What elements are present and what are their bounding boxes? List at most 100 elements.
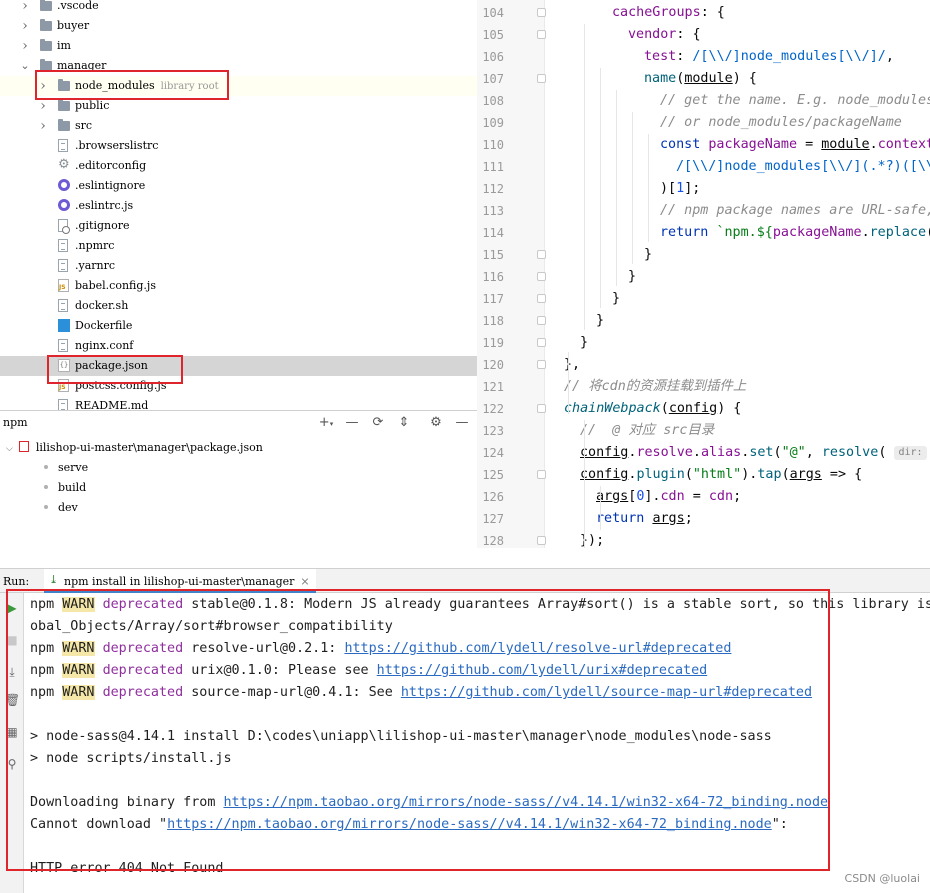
indent-guide (600, 68, 601, 308)
minimize-icon[interactable]: — (454, 415, 470, 431)
tree-item[interactable]: › im (0, 36, 477, 56)
fold-marker-icon[interactable] (537, 404, 546, 413)
bullet-icon (44, 485, 48, 489)
watermark: CSDN @luolai (844, 872, 920, 885)
remove-icon[interactable]: — (344, 415, 360, 431)
tree-item-label: .editorconfig (75, 159, 147, 172)
fold-marker-icon[interactable] (537, 360, 546, 369)
code-line-120: }, (564, 357, 581, 372)
add-icon[interactable]: +▾ (318, 415, 334, 431)
tree-item-label: nginx.conf (75, 339, 134, 352)
inlay-hint: dir: (894, 446, 927, 460)
line-number: 107 (482, 72, 504, 86)
line-number: 109 (482, 116, 504, 130)
code-editor[interactable]: 104 105 106 107 108 109 110 111 112 113 114 115 116 1… (477, 0, 930, 548)
indent-guide (616, 90, 617, 286)
code-line-115: } (644, 247, 653, 262)
npm-script-label: build (58, 481, 87, 494)
docker-icon (58, 319, 70, 332)
fold-marker-icon[interactable] (537, 316, 546, 325)
npm-script-serve[interactable]: serve (44, 458, 88, 478)
code-line-124: config.resolve.alias.set("@", resolve( d… (580, 442, 930, 464)
tree-item[interactable]: nginx.conf (0, 336, 477, 356)
tree-item[interactable]: .eslintrc.js (0, 196, 477, 216)
fold-marker-icon[interactable] (537, 30, 546, 39)
close-icon[interactable]: × (300, 575, 309, 588)
package-json-icon (19, 441, 30, 452)
chevron-right-icon[interactable]: › (20, 0, 30, 16)
fold-marker-icon[interactable] (537, 470, 546, 479)
tree-item[interactable]: Dockerfile (0, 316, 477, 336)
npm-panel-title: npm (3, 416, 28, 429)
tree-item-label: im (57, 39, 71, 52)
tree-item[interactable]: ⚙ .editorconfig (0, 156, 477, 176)
chevron-down-icon[interactable]: ⌄ (20, 56, 30, 76)
indent-guide (584, 24, 585, 330)
line-number: 108 (482, 94, 504, 108)
js-file-icon: JS (58, 279, 69, 292)
npm-script-build[interactable]: build (44, 478, 86, 498)
npm-tree-root-label: lilishop-ui-master\manager\package.json (35, 441, 263, 454)
tree-item[interactable]: .browserslistrc (0, 136, 477, 156)
line-number: 117 (482, 292, 504, 306)
tree-item-label: Dockerfile (75, 319, 133, 332)
refresh-icon[interactable]: ⟳ (370, 415, 386, 431)
code-line-122: chainWebpack(config) { (564, 401, 742, 416)
download-icon: ⤓ (49, 573, 59, 586)
tree-item[interactable]: › src (0, 116, 477, 136)
gear-icon[interactable]: ⚙ (428, 415, 444, 431)
file-icon (58, 339, 68, 352)
chevron-right-icon[interactable]: › (20, 16, 30, 36)
code-line-123: // @ 对应 src目录 (580, 423, 715, 438)
line-number: 124 (482, 446, 504, 460)
line-number: 112 (482, 182, 504, 196)
editor-gutter: 104 105 106 107 108 109 110 111 112 113 114 115 116 1… (477, 0, 546, 548)
indent-guide (600, 486, 601, 530)
code-line-127: return args; (596, 511, 693, 526)
annotation-box-node-modules (35, 70, 229, 100)
code-line-105: vendor: { (628, 27, 701, 42)
chevron-right-icon[interactable]: › (38, 116, 48, 136)
run-label: Run: (3, 575, 30, 588)
indent-guide (568, 352, 569, 414)
tree-item[interactable]: › buyer (0, 16, 477, 36)
code-line-112: )[1]; (660, 181, 701, 196)
fold-marker-icon[interactable] (537, 250, 546, 259)
tree-item[interactable]: README.md (0, 396, 477, 410)
fold-marker-icon[interactable] (537, 8, 546, 17)
line-number: 120 (482, 358, 504, 372)
bullet-icon (44, 505, 48, 509)
line-number: 126 (482, 490, 504, 504)
line-number: 105 (482, 28, 504, 42)
tree-item[interactable]: .eslintignore (0, 176, 477, 196)
tree-item[interactable]: › .vscode (0, 0, 477, 16)
line-number: 122 (482, 402, 504, 416)
fold-marker-icon[interactable] (537, 294, 546, 303)
tree-item[interactable]: JS babel.config.js (0, 276, 477, 296)
npm-tree-root[interactable]: ⌵ lilishop-ui-master\manager\package.jso… (6, 438, 263, 458)
tree-item-label: .npmrc (75, 239, 115, 252)
code-line-109: // or node_modules/packageName (660, 115, 902, 130)
tree-item[interactable]: .yarnrc (0, 256, 477, 276)
chevron-down-icon: ⌵ (6, 444, 13, 454)
tree-item[interactable]: docker.sh (0, 296, 477, 316)
line-number: 121 (482, 380, 504, 394)
bullet-icon (44, 465, 48, 469)
fold-marker-icon[interactable] (537, 272, 546, 281)
chevron-right-icon[interactable]: › (20, 36, 30, 56)
code-line-113: // npm package names are URL-safe, but s… (660, 203, 930, 218)
code-line-111: /[\\/]node_modules[\\/](.*?)([\\/]|$)/ (676, 159, 930, 174)
npm-script-label: dev (58, 501, 78, 514)
npm-script-dev[interactable]: dev (44, 498, 78, 518)
tree-item-label: buyer (57, 19, 90, 32)
fold-marker-icon[interactable] (537, 74, 546, 83)
line-number: 115 (482, 248, 504, 262)
tree-item[interactable]: .npmrc (0, 236, 477, 256)
fold-marker-icon[interactable] (537, 338, 546, 347)
fold-marker-icon[interactable] (537, 536, 546, 545)
tree-item-label: README.md (75, 399, 149, 410)
folder-icon (40, 0, 52, 11)
collapse-all-icon[interactable]: ⇕ (396, 415, 412, 431)
tree-item[interactable]: .gitignore (0, 216, 477, 236)
line-number: 128 (482, 534, 504, 548)
